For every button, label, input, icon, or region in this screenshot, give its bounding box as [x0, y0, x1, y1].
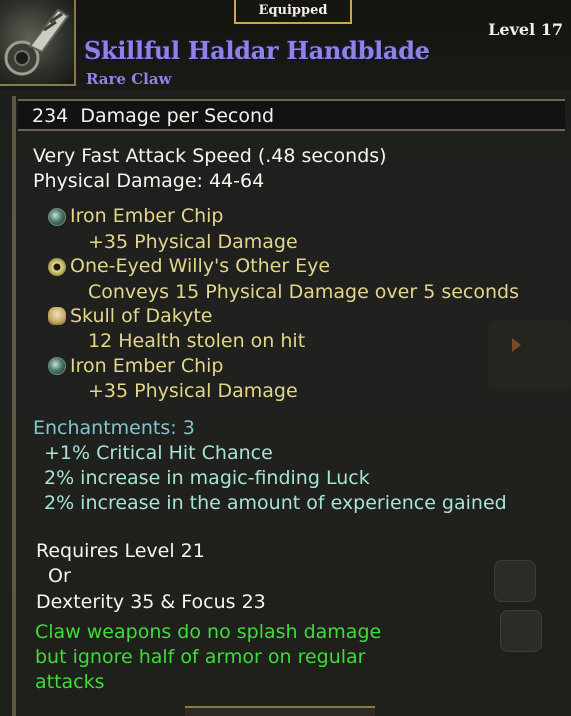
requirement-or: Or: [48, 565, 71, 587]
eye-gem-icon: [48, 258, 66, 276]
physical-damage: Physical Damage: 44-64: [33, 170, 265, 192]
enchantments-title: Enchantments: 3: [33, 417, 195, 439]
equipped-badge: Equipped: [234, 0, 352, 24]
socket-effect: Conveys 15 Physical Damage over 5 second…: [88, 281, 520, 303]
gem-chip-icon: [48, 208, 66, 226]
tooltip-bottom-tab: [185, 706, 375, 716]
socket-effect: +35 Physical Damage: [88, 231, 298, 253]
item-name: Skillful Haldar Handblade: [84, 36, 430, 65]
item-tooltip: Skillful Haldar Handblade Rare Claw Leve…: [0, 0, 571, 716]
skull-icon: [48, 307, 66, 325]
dps-value: 234: [32, 105, 69, 127]
claw-note-line: attacks: [35, 671, 105, 693]
socket-name: Iron Ember Chip: [70, 355, 224, 377]
claw-note-line: Claw weapons do no splash damage: [35, 621, 382, 643]
claw-weapon-icon: [0, 0, 76, 86]
gem-chip-icon: [48, 357, 66, 375]
item-level: Level 17: [488, 20, 563, 39]
enchantment-item: +1% Critical Hit Chance: [44, 442, 273, 464]
background-button: [500, 610, 542, 652]
socket-name: Iron Ember Chip: [70, 205, 224, 227]
enchantment-item: 2% increase in the amount of experience …: [44, 492, 507, 514]
attack-speed: Very Fast Attack Speed (.48 seconds): [33, 145, 387, 167]
requirement-stats: Dexterity 35 & Focus 23: [36, 591, 266, 613]
socket-effect: +35 Physical Damage: [88, 380, 298, 402]
dps-line: 234 Damage per Second: [32, 105, 274, 127]
dps-label: Damage per Second: [80, 105, 275, 127]
socket-name: Skull of Dakyte: [70, 305, 213, 327]
requirement-level: Requires Level 21: [36, 540, 205, 562]
claw-note-line: but ignore half of armor on regular: [35, 646, 366, 668]
socket-effect: 12 Health stolen on hit: [88, 330, 306, 352]
frame-border: [12, 96, 16, 716]
background-panel: [488, 320, 571, 390]
item-type: Rare Claw: [86, 70, 172, 88]
background-button: [494, 560, 536, 602]
socket-name: One-Eyed Willy's Other Eye: [70, 255, 331, 277]
dps-bar: 234 Damage per Second: [18, 99, 565, 131]
enchantment-item: 2% increase in magic-finding Luck: [44, 467, 370, 489]
background-arrow-icon: [512, 338, 521, 352]
